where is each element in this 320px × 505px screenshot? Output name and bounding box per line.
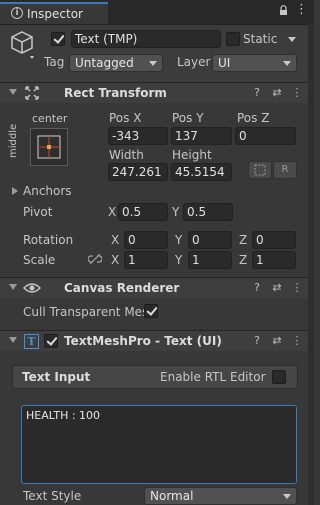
context-menu-icon[interactable]: ⋮ xyxy=(287,281,307,294)
chevron-down-icon xyxy=(149,61,157,66)
static-dropdown-caret-icon[interactable] xyxy=(288,37,296,42)
header-icons: ? ⇄ ⋮ xyxy=(247,334,307,347)
anchor-v-label: middle xyxy=(8,123,19,158)
anchor-preset-button[interactable] xyxy=(30,128,68,166)
rect-transform-title: Rect Transform xyxy=(64,86,167,100)
chevron-down-icon xyxy=(283,494,291,499)
layer-dropdown[interactable]: UI xyxy=(212,54,297,72)
pivot-y-field[interactable]: 0.5 xyxy=(183,203,233,221)
tmp-title: TextMeshPro - Text (UI) xyxy=(64,334,222,348)
lock-icon[interactable] xyxy=(279,5,288,15)
rotation-z-field[interactable]: 0 xyxy=(252,231,296,249)
width-label: Width xyxy=(109,148,144,162)
text-style-value: Normal xyxy=(150,489,194,503)
pos-y-label: Pos Y xyxy=(172,111,204,125)
canvas-renderer-title: Canvas Renderer xyxy=(64,281,180,295)
scale-z-field[interactable]: 1 xyxy=(252,251,296,269)
text-input-value: HEALTH : 100 xyxy=(26,409,101,422)
help-icon[interactable]: ? xyxy=(247,281,267,294)
preset-icon[interactable]: ⇄ xyxy=(267,334,287,347)
text-style-dropdown[interactable]: Normal xyxy=(144,487,297,505)
layer-label: Layer xyxy=(177,55,211,69)
eye-icon xyxy=(23,282,41,297)
pivot-label: Pivot xyxy=(23,205,53,219)
help-icon[interactable]: ? xyxy=(247,86,267,99)
cull-transparent-checkbox[interactable] xyxy=(144,304,158,318)
scale-x-axis-label: X xyxy=(111,253,120,267)
tag-value: Untagged xyxy=(75,56,134,70)
tag-dropdown[interactable]: Untagged xyxy=(69,54,163,72)
help-icon[interactable]: ? xyxy=(247,334,267,347)
scrollbar[interactable] xyxy=(308,24,314,505)
pos-z-label: Pos Z xyxy=(237,111,270,125)
preset-icon[interactable]: ⇄ xyxy=(267,281,287,294)
anchor-h-label: center xyxy=(32,112,68,125)
text-input-label: Text Input xyxy=(22,370,91,384)
text-component-icon: T xyxy=(24,334,39,349)
rect-transform-icon xyxy=(25,86,39,103)
scale-z-axis-label: Z xyxy=(239,253,248,267)
foldout-arrow-icon[interactable] xyxy=(9,337,17,343)
active-checkbox[interactable] xyxy=(51,32,65,46)
blueprint-mode-button[interactable] xyxy=(248,161,272,179)
static-checkbox[interactable] xyxy=(226,32,240,46)
rect-transform-header[interactable]: Rect Transform ? ⇄ ⋮ xyxy=(0,82,314,103)
rotation-x-field[interactable]: 0 xyxy=(124,231,168,249)
tab-menu-icon[interactable]: ⋮ xyxy=(295,3,308,16)
rtl-checkbox[interactable] xyxy=(272,370,286,384)
pivot-x-axis-label: X xyxy=(108,205,117,219)
scale-y-field[interactable]: 1 xyxy=(188,251,232,269)
rotation-y-field[interactable]: 0 xyxy=(188,231,232,249)
pos-x-label: Pos X xyxy=(109,111,142,125)
tag-label: Tag xyxy=(44,55,65,69)
rotation-z-axis-label: Z xyxy=(239,233,248,247)
rotation-y-axis-label: Y xyxy=(175,233,183,247)
rtl-label: Enable RTL Editor xyxy=(160,370,266,384)
scale-y-axis-label: Y xyxy=(175,253,183,267)
text-input-area[interactable]: HEALTH : 100 xyxy=(21,405,297,484)
gameobject-cube-icon[interactable] xyxy=(10,30,36,63)
height-label: Height xyxy=(172,148,212,162)
constrain-proportions-icon[interactable] xyxy=(87,253,103,268)
preset-icon[interactable]: ⇄ xyxy=(267,86,287,99)
header-icons: ? ⇄ ⋮ xyxy=(247,281,307,294)
width-field[interactable]: 247.261 xyxy=(108,163,168,181)
pos-z-field[interactable]: 0 xyxy=(235,127,296,145)
tab-inspector[interactable]: i Inspector xyxy=(0,2,108,24)
cull-transparent-label: Cull Transparent Mes xyxy=(23,305,149,319)
pos-y-field[interactable]: 137 xyxy=(171,127,232,145)
anchors-label[interactable]: Anchors xyxy=(23,184,72,198)
context-menu-icon[interactable]: ⋮ xyxy=(287,86,307,99)
object-name-field[interactable]: Text (TMP) xyxy=(71,30,221,48)
text-style-label: Text Style xyxy=(23,489,82,503)
chevron-down-icon xyxy=(283,61,291,66)
rotation-label: Rotation xyxy=(23,233,74,247)
canvas-renderer-header[interactable]: Canvas Renderer ? ⇄ ⋮ xyxy=(0,277,314,298)
height-field[interactable]: 45.5154 xyxy=(171,163,232,181)
foldout-arrow-icon[interactable] xyxy=(9,89,17,95)
context-menu-icon[interactable]: ⋮ xyxy=(287,334,307,347)
foldout-arrow-icon[interactable] xyxy=(9,284,17,290)
rotation-x-axis-label: X xyxy=(111,233,120,247)
layer-value: UI xyxy=(218,56,231,70)
static-label: Static xyxy=(243,32,278,46)
raw-edit-button[interactable]: R xyxy=(273,161,297,179)
tmp-enabled-checkbox[interactable] xyxy=(44,334,58,348)
header-icons: ? ⇄ ⋮ xyxy=(247,86,307,99)
tmp-header[interactable]: T TextMeshPro - Text (UI) ? ⇄ ⋮ xyxy=(0,330,314,351)
pos-x-field[interactable]: -343 xyxy=(108,127,168,145)
scale-label: Scale xyxy=(23,253,56,267)
scale-x-field[interactable]: 1 xyxy=(124,251,168,269)
pivot-x-field[interactable]: 0.5 xyxy=(118,203,168,221)
tab-title: Inspector xyxy=(27,7,83,21)
pivot-y-axis-label: Y xyxy=(172,205,180,219)
anchors-foldout-icon[interactable] xyxy=(12,187,18,195)
info-icon: i xyxy=(11,7,23,19)
